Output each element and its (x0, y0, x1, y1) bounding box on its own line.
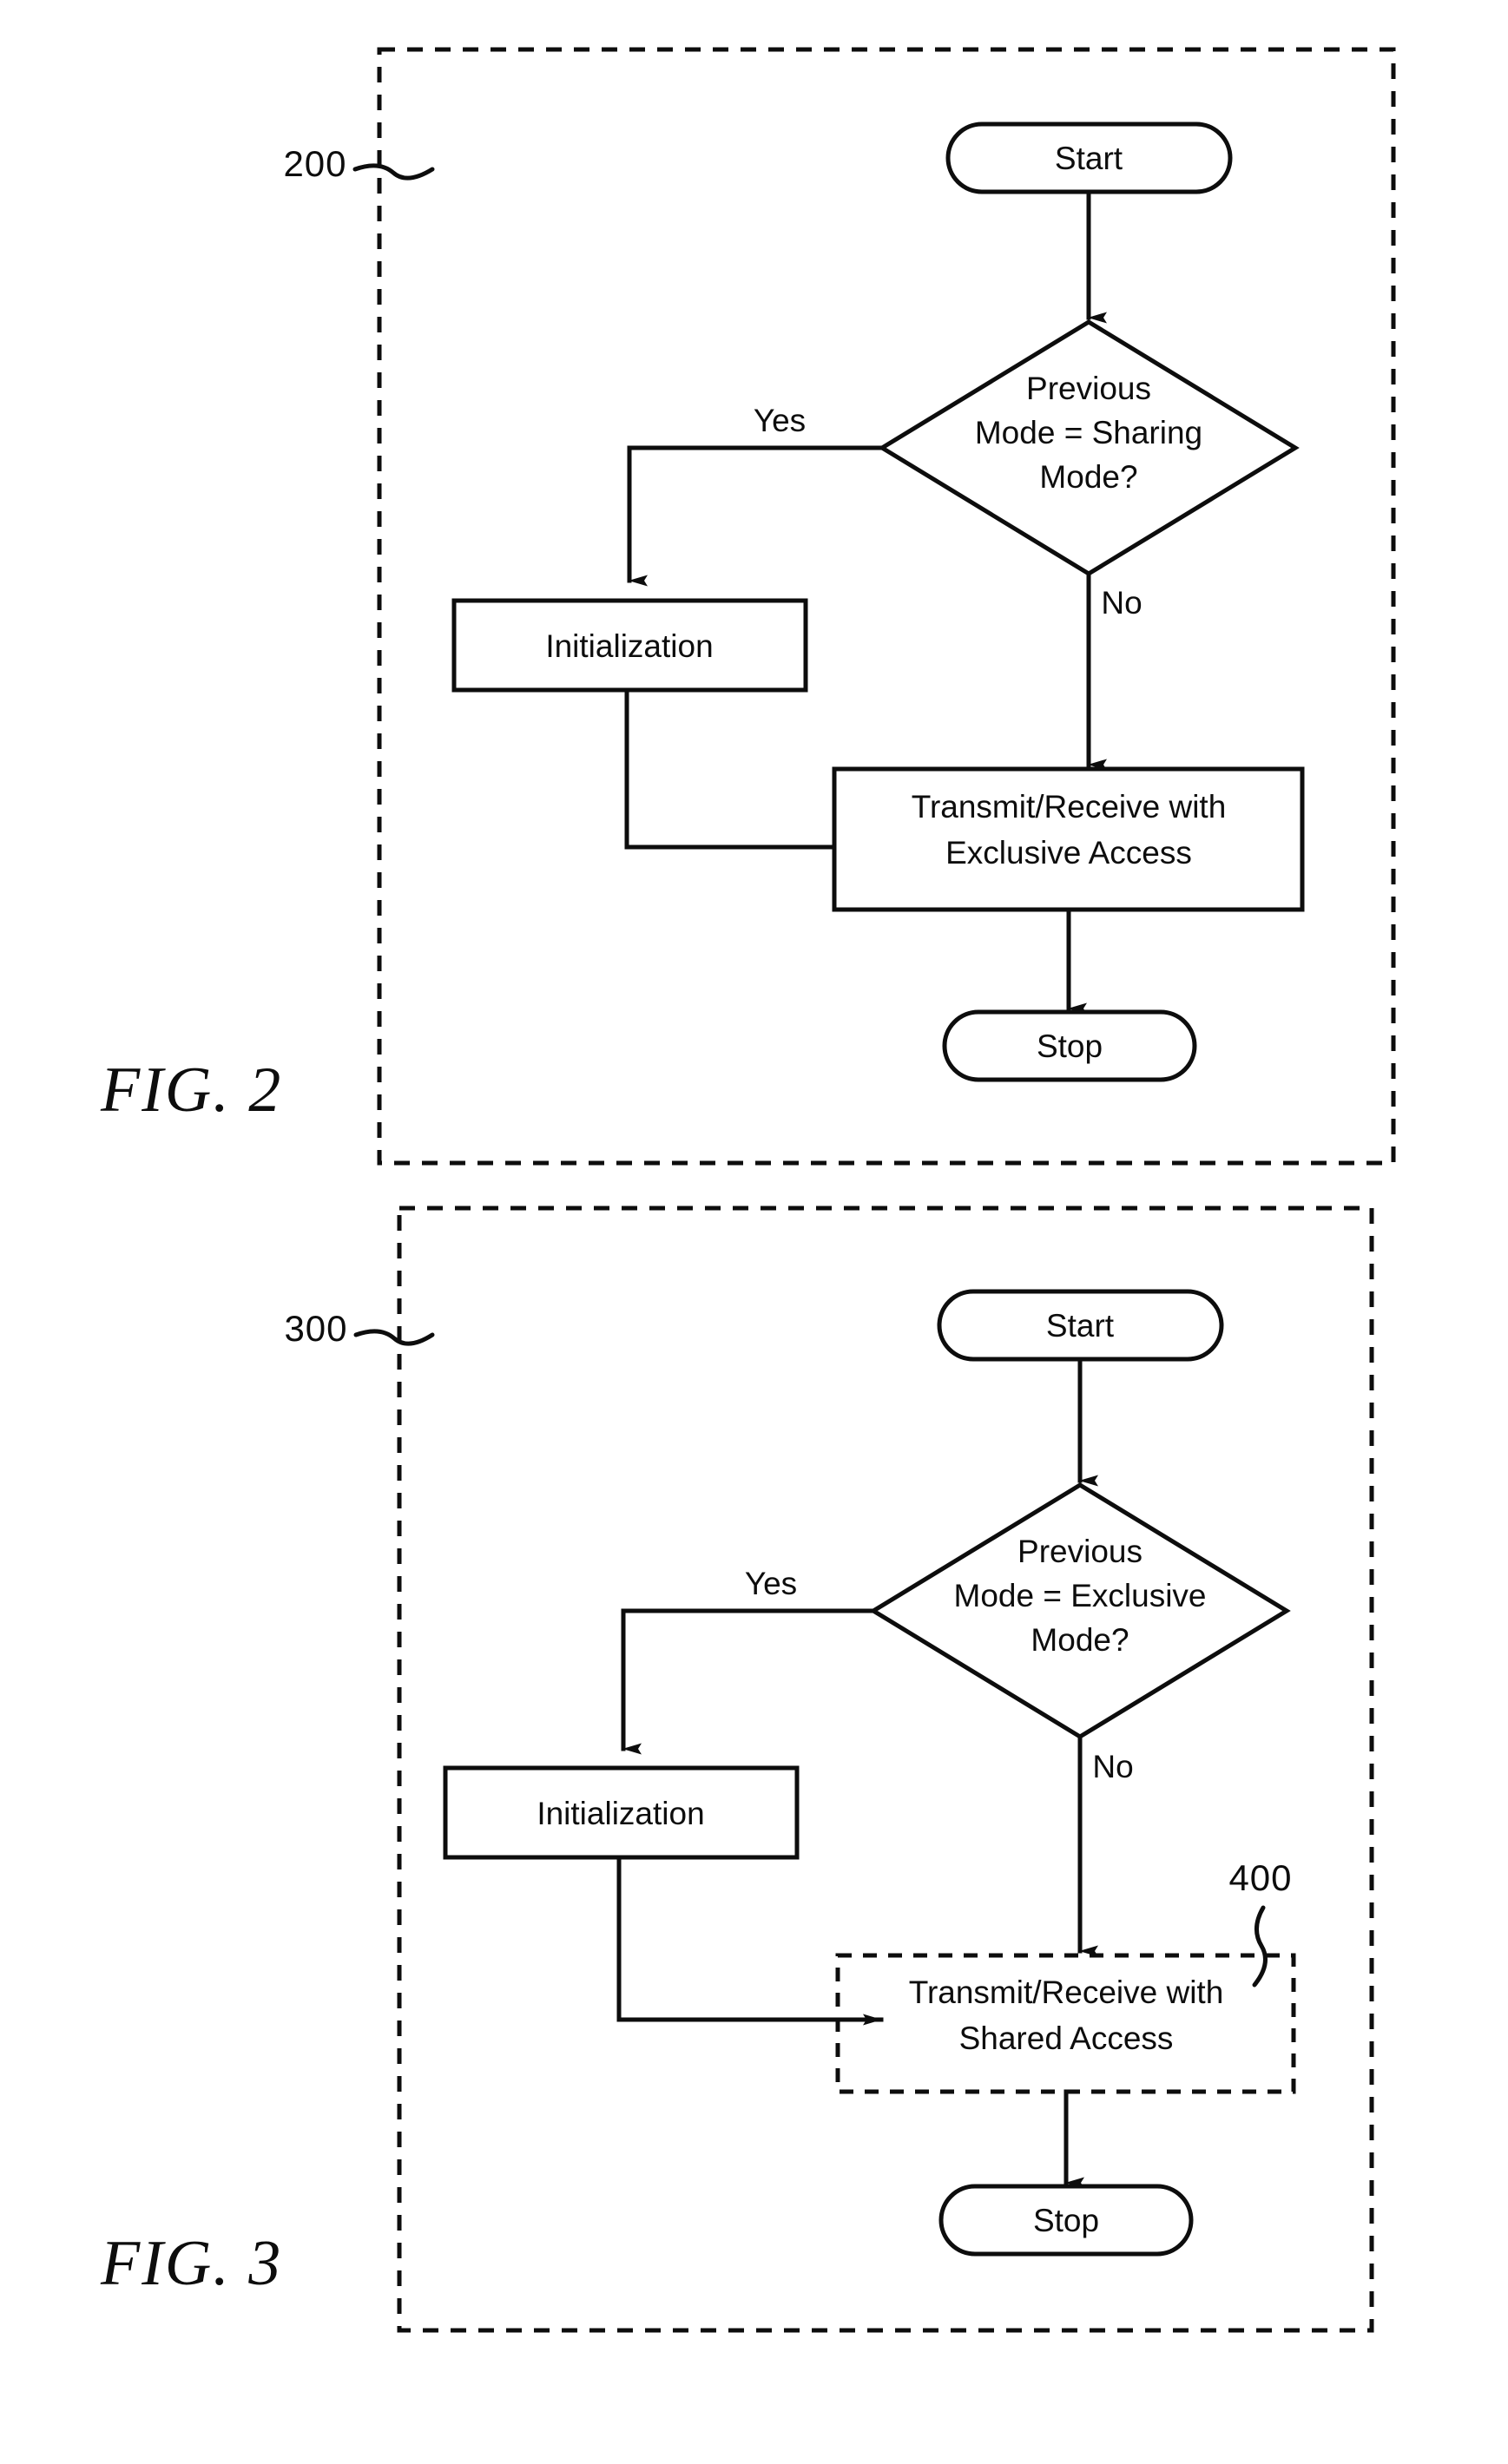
fig3-branch-label-yes: Yes (745, 1566, 797, 1601)
fig3-initialization-label: Initialization (537, 1796, 704, 1831)
figure-2: 200 Start Previous Mode = Sharing Mode? … (100, 47, 1396, 1166)
fig3-edge-yes-to-initialization (621, 1608, 876, 1755)
fig3-transmit-receive-line-2: Shared Access (959, 2020, 1174, 2056)
fig2-stop-label: Stop (1037, 1028, 1103, 1064)
leader-line-200 (352, 163, 435, 181)
fig3-decision-line-1: Previous (1017, 1534, 1143, 1569)
fig2-branch-label-no: No (1101, 585, 1142, 621)
fig2-start-label: Start (1055, 141, 1123, 176)
leader-line-300 (353, 1329, 435, 1346)
figure-3: 300 Start Previous Mode = Exclusive Mode… (100, 1206, 1374, 2333)
fig3-edge-initialization-to-transmit (616, 1855, 884, 2026)
fig2-decision-line-3: Mode? (1039, 459, 1137, 495)
fig3-start-label: Start (1046, 1308, 1115, 1344)
fig3-stop-label: Stop (1033, 2203, 1099, 2238)
figures-canvas: 200 Start Previous Mode = Sharing Mode? … (100, 47, 1396, 2333)
reference-numeral-200: 200 (283, 143, 346, 184)
fig3-branch-label-no: No (1092, 1749, 1133, 1784)
fig2-transmit-receive-line-2: Exclusive Access (945, 835, 1192, 871)
fig2-transmit-receive-line-1: Transmit/Receive with (912, 789, 1227, 825)
fig3-decision-line-3: Mode? (1031, 1622, 1129, 1658)
leader-line-400 (1252, 1905, 1268, 1988)
fig2-edge-yes-to-initialization (627, 445, 885, 587)
fig3-transmit-receive-line-1: Transmit/Receive with (909, 1974, 1224, 2010)
figure-3-caption: FIG. 3 (100, 2228, 282, 2299)
fig2-decision-line-2: Mode = Sharing (975, 415, 1202, 450)
figure-2-caption: FIG. 2 (100, 1055, 282, 1126)
fig2-decision-line-1: Previous (1026, 371, 1151, 406)
reference-numeral-300: 300 (284, 1308, 347, 1349)
fig3-decision-line-2: Mode = Exclusive (954, 1578, 1207, 1613)
reference-numeral-400: 400 (1228, 1857, 1292, 1898)
fig2-branch-label-yes: Yes (754, 403, 806, 438)
fig2-initialization-label: Initialization (545, 628, 713, 664)
patent-drawing-sheet: 200 Start Previous Mode = Sharing Mode? … (0, 0, 1508, 2464)
